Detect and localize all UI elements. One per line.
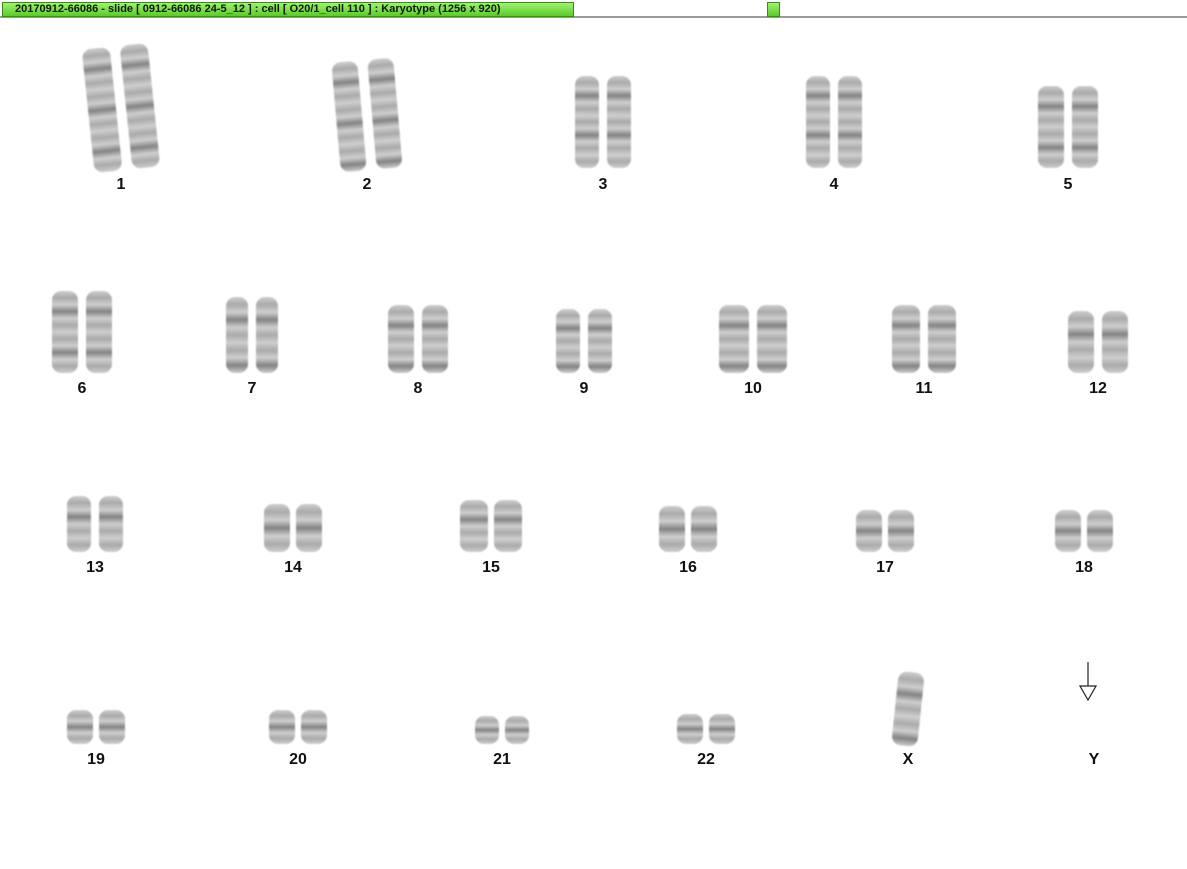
chromosome-label-3: 3 bbox=[598, 176, 608, 193]
chromosome-label-5: 5 bbox=[1063, 176, 1073, 193]
chromosome-1-homolog-1[interactable] bbox=[81, 46, 123, 174]
chromosome-pair-21[interactable] bbox=[475, 716, 529, 744]
chromosome-label-7: 7 bbox=[247, 380, 257, 397]
chromosome-pair-12[interactable] bbox=[1068, 311, 1128, 373]
chromosome-5-homolog-2[interactable] bbox=[1072, 86, 1098, 168]
window-titlebar: 20170912-66086 - slide [ 0912-66086 24-5… bbox=[0, 0, 1187, 18]
chromosome-pair-19[interactable] bbox=[67, 710, 125, 744]
chromosome-7-homolog-2[interactable] bbox=[256, 297, 278, 373]
chromosome-label-18: 18 bbox=[1075, 559, 1093, 576]
chromosome-17-homolog-1[interactable] bbox=[856, 510, 882, 552]
chromosome-11-homolog-2[interactable] bbox=[928, 305, 956, 373]
chromosome-label-22: 22 bbox=[697, 751, 715, 768]
chromosome-label-8: 8 bbox=[413, 380, 423, 397]
chromosome-13-homolog-2[interactable] bbox=[99, 496, 123, 552]
chromosome-19-homolog-1[interactable] bbox=[67, 710, 93, 744]
window-title[interactable]: 20170912-66086 - slide [ 0912-66086 24-5… bbox=[2, 2, 574, 17]
chromosome-9-homolog-1[interactable] bbox=[556, 309, 580, 373]
chromosome-label-6: 6 bbox=[77, 380, 87, 397]
karyogram-canvas: 1 2 3 4 5 6 7 8 9 10 11 12 13 14 15 16 17 18 19 20 21 22 X Y bbox=[0, 18, 1187, 869]
chromosome-22-homolog-2[interactable] bbox=[709, 714, 735, 744]
chromosome-21-homolog-2[interactable] bbox=[505, 716, 529, 744]
chromosome-label-11: 11 bbox=[915, 380, 933, 397]
chromosome-10-homolog-1[interactable] bbox=[719, 305, 749, 373]
chromosome-pair-3[interactable] bbox=[575, 76, 631, 168]
chromosome-pair-10[interactable] bbox=[719, 305, 787, 373]
chromosome-8-homolog-2[interactable] bbox=[422, 305, 448, 373]
chromosome-label-Y: Y bbox=[1088, 751, 1100, 768]
chromosome-7-homolog-1[interactable] bbox=[226, 297, 248, 373]
chromosome-label-14: 14 bbox=[284, 559, 302, 576]
chromosome-pair-8[interactable] bbox=[388, 305, 448, 373]
chromosome-label-13: 13 bbox=[86, 559, 104, 576]
chromosome-9-homolog-2[interactable] bbox=[588, 309, 612, 373]
chromosome-pair-20[interactable] bbox=[269, 710, 327, 744]
chromosome-label-19: 19 bbox=[87, 751, 105, 768]
chromosome-label-12: 12 bbox=[1089, 380, 1107, 397]
chromosome-label-16: 16 bbox=[679, 559, 697, 576]
down-arrow-icon bbox=[1079, 662, 1097, 702]
chromosome-label-9: 9 bbox=[579, 380, 589, 397]
chromosome-20-homolog-2[interactable] bbox=[301, 710, 327, 744]
chromosome-18-homolog-2[interactable] bbox=[1087, 510, 1113, 552]
chromosome-20-homolog-1[interactable] bbox=[269, 710, 295, 744]
chromosome-2-homolog-2[interactable] bbox=[367, 57, 403, 170]
chromosome-18-homolog-1[interactable] bbox=[1055, 510, 1081, 552]
chromosome-6-homolog-2[interactable] bbox=[86, 291, 112, 373]
chromosome-19-homolog-2[interactable] bbox=[99, 710, 125, 744]
chromosome-15-homolog-2[interactable] bbox=[494, 500, 522, 552]
scroll-handle[interactable] bbox=[767, 2, 780, 17]
chromosome-16-homolog-2[interactable] bbox=[691, 506, 717, 552]
chromosome-8-homolog-1[interactable] bbox=[388, 305, 414, 373]
chromosome-4-homolog-2[interactable] bbox=[838, 76, 862, 168]
chromosome-pair-13[interactable] bbox=[67, 496, 123, 552]
chromosome-label-10: 10 bbox=[744, 380, 762, 397]
chromosome-4-homolog-1[interactable] bbox=[806, 76, 830, 168]
chromosome-label-4: 4 bbox=[829, 176, 839, 193]
chromosome-pair-14[interactable] bbox=[264, 504, 322, 552]
chromosome-pair-X[interactable] bbox=[891, 670, 925, 748]
chromosome-X-homolog-1[interactable] bbox=[891, 670, 925, 748]
chromosome-15-homolog-1[interactable] bbox=[460, 500, 488, 552]
chromosome-pair-1[interactable] bbox=[81, 42, 161, 174]
chromosome-14-homolog-1[interactable] bbox=[264, 504, 290, 552]
chromosome-16-homolog-1[interactable] bbox=[659, 506, 685, 552]
chromosome-12-homolog-1[interactable] bbox=[1068, 311, 1094, 373]
chromosome-label-1: 1 bbox=[116, 176, 126, 193]
chromosome-12-homolog-2[interactable] bbox=[1102, 311, 1128, 373]
chromosome-6-homolog-1[interactable] bbox=[52, 291, 78, 373]
chromosome-label-20: 20 bbox=[289, 751, 307, 768]
chromosome-pair-4[interactable] bbox=[806, 76, 862, 168]
chromosome-label-15: 15 bbox=[482, 559, 500, 576]
chromosome-2-homolog-1[interactable] bbox=[331, 60, 367, 173]
chromosome-label-X: X bbox=[902, 751, 914, 768]
chromosome-pair-11[interactable] bbox=[892, 305, 956, 373]
chromosome-label-21: 21 bbox=[493, 751, 511, 768]
chromosome-21-homolog-1[interactable] bbox=[475, 716, 499, 744]
chromosome-10-homolog-2[interactable] bbox=[757, 305, 787, 373]
chromosome-pair-22[interactable] bbox=[677, 714, 735, 744]
chromosome-14-homolog-2[interactable] bbox=[296, 504, 322, 552]
chromosome-pair-2[interactable] bbox=[331, 57, 403, 173]
chromosome-17-homolog-2[interactable] bbox=[888, 510, 914, 552]
chromosome-pair-16[interactable] bbox=[659, 506, 717, 552]
chromosome-pair-7[interactable] bbox=[226, 297, 278, 373]
chromosome-label-2: 2 bbox=[362, 176, 372, 193]
chromosome-pair-5[interactable] bbox=[1038, 86, 1098, 168]
chromosome-pair-17[interactable] bbox=[856, 510, 914, 552]
chromosome-22-homolog-1[interactable] bbox=[677, 714, 703, 744]
chromosome-3-homolog-1[interactable] bbox=[575, 76, 599, 168]
chromosome-pair-15[interactable] bbox=[460, 500, 522, 552]
chromosome-3-homolog-2[interactable] bbox=[607, 76, 631, 168]
chromosome-pair-9[interactable] bbox=[556, 309, 612, 373]
chromosome-pair-18[interactable] bbox=[1055, 510, 1113, 552]
chromosome-label-17: 17 bbox=[876, 559, 894, 576]
chromosome-5-homolog-1[interactable] bbox=[1038, 86, 1064, 168]
chromosome-11-homolog-1[interactable] bbox=[892, 305, 920, 373]
chromosome-1-homolog-2[interactable] bbox=[119, 42, 161, 170]
chromosome-pair-6[interactable] bbox=[52, 291, 112, 373]
chromosome-13-homolog-1[interactable] bbox=[67, 496, 91, 552]
